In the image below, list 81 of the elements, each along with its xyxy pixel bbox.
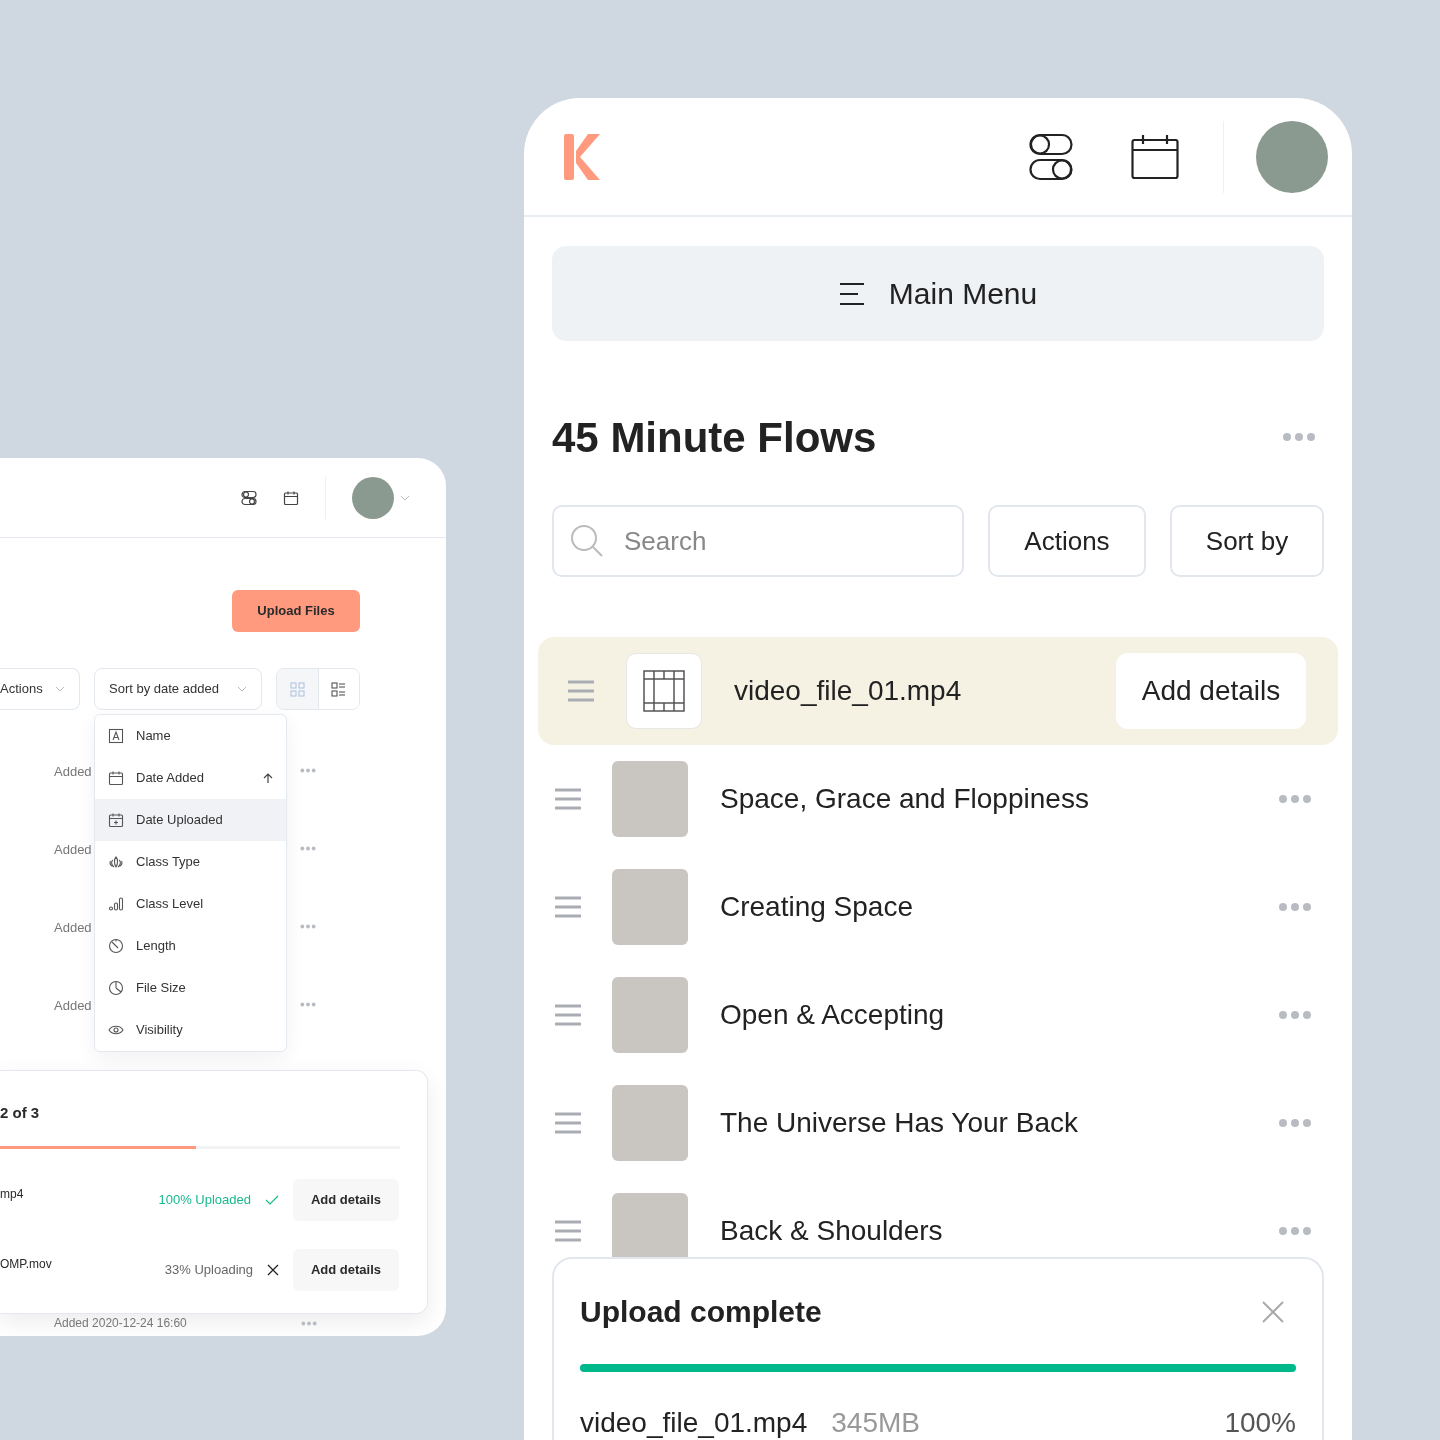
drag-handle-icon[interactable] [555,896,581,918]
upload-status: 33% Uploading [164,1260,253,1279]
file-name: video_file_01.mp4 [580,1406,808,1440]
class-title: Back & Shoulders [720,1214,944,1248]
file-size: 345MB [831,1406,921,1440]
arrow-up-icon [263,772,273,784]
chevron-down-icon [237,686,247,692]
more-icon[interactable] [300,768,316,773]
drag-handle-icon[interactable] [555,788,581,810]
sort-menu-item[interactable]: Visibility [95,1009,286,1051]
file-name: video_file_01.mp4 [734,674,963,708]
date-text: Added 2020-12-24 16:60 [54,1317,187,1329]
more-icon[interactable] [1282,432,1316,442]
drag-handle-icon[interactable] [555,1112,581,1134]
grid-icon [289,681,305,697]
add-details-button[interactable]: Add details [1116,653,1306,729]
upload-files-button[interactable]: Upload Files [232,590,360,632]
date-text: Added [54,919,93,937]
calendar-plus-icon [108,812,124,828]
class-title: Open & Accepting [720,998,946,1032]
drag-handle-icon[interactable] [555,1004,581,1026]
chevron-down-icon[interactable] [400,494,410,501]
upload-status: 100% Uploaded [158,1190,251,1209]
timer-icon [108,938,124,954]
more-icon[interactable] [1278,794,1312,804]
pie-icon [108,980,124,996]
upload-count: 2 of 3 [0,1103,41,1123]
sort-menu-item[interactable]: Length [95,925,286,967]
file-name: mp4 [0,1185,25,1203]
toggle-icon[interactable] [1029,132,1073,181]
search-field[interactable]: Search [552,505,964,577]
main-menu-button[interactable]: Main Menu [552,246,1324,341]
sort-menu-item[interactable]: Date Uploaded [95,799,286,841]
toast-title: Upload complete [580,1294,822,1330]
more-icon[interactable] [300,924,316,929]
actions-dropdown[interactable]: Actions [0,668,80,710]
upload-percent: 100% [1224,1406,1296,1440]
more-icon[interactable] [1278,1010,1312,1020]
search-icon [570,524,604,558]
sort-dropdown[interactable]: Sort by date added [94,668,262,710]
video-file-icon [626,653,702,729]
drag-handle-icon[interactable] [555,1220,581,1242]
date-text: Added [54,997,93,1015]
more-icon[interactable] [1278,902,1312,912]
page-title: 45 Minute Flows [552,412,877,463]
list-icon [331,681,347,697]
class-title: The Universe Has Your Back [720,1106,1079,1140]
lotus-icon [108,854,124,870]
toggle-icon[interactable] [241,489,257,506]
sort-menu-item[interactable]: Name [95,715,286,757]
date-text: Added [54,841,93,859]
avatar[interactable] [352,476,394,519]
more-icon[interactable] [1278,1226,1312,1236]
date-text: Added [54,763,93,781]
more-icon[interactable] [300,1320,317,1326]
calendar-icon[interactable] [283,489,299,506]
more-icon[interactable] [300,1002,316,1007]
sort-menu-item[interactable]: File Size [95,967,286,1009]
sort-menu-item[interactable]: Class Type [95,841,286,883]
sort-menu-item[interactable]: Class Level [95,883,286,925]
sort-menu-item[interactable]: Date Added [95,757,286,799]
calendar-icon [108,770,124,786]
menu-icon [838,281,865,306]
bars-icon [108,896,124,912]
class-title: Space, Grace and Floppiness [720,782,1090,816]
class-title: Creating Space [720,890,914,924]
more-icon[interactable] [1278,1118,1312,1128]
letter-box-icon [108,728,124,744]
calendar-icon[interactable] [1131,133,1179,180]
add-details-button[interactable]: Add details [293,1248,399,1291]
sort-button[interactable]: Sort by [1170,505,1324,577]
more-icon[interactable] [300,846,316,851]
add-details-button[interactable]: Add details [293,1178,399,1221]
chevron-down-icon [55,686,65,692]
grid-view-button[interactable] [277,669,318,709]
actions-button[interactable]: Actions [988,505,1146,577]
list-view-button[interactable] [317,669,359,709]
check-icon [265,1194,279,1205]
close-icon[interactable] [267,1263,279,1276]
file-name: OMP.mov [0,1255,53,1273]
drag-handle-icon[interactable] [568,680,594,702]
